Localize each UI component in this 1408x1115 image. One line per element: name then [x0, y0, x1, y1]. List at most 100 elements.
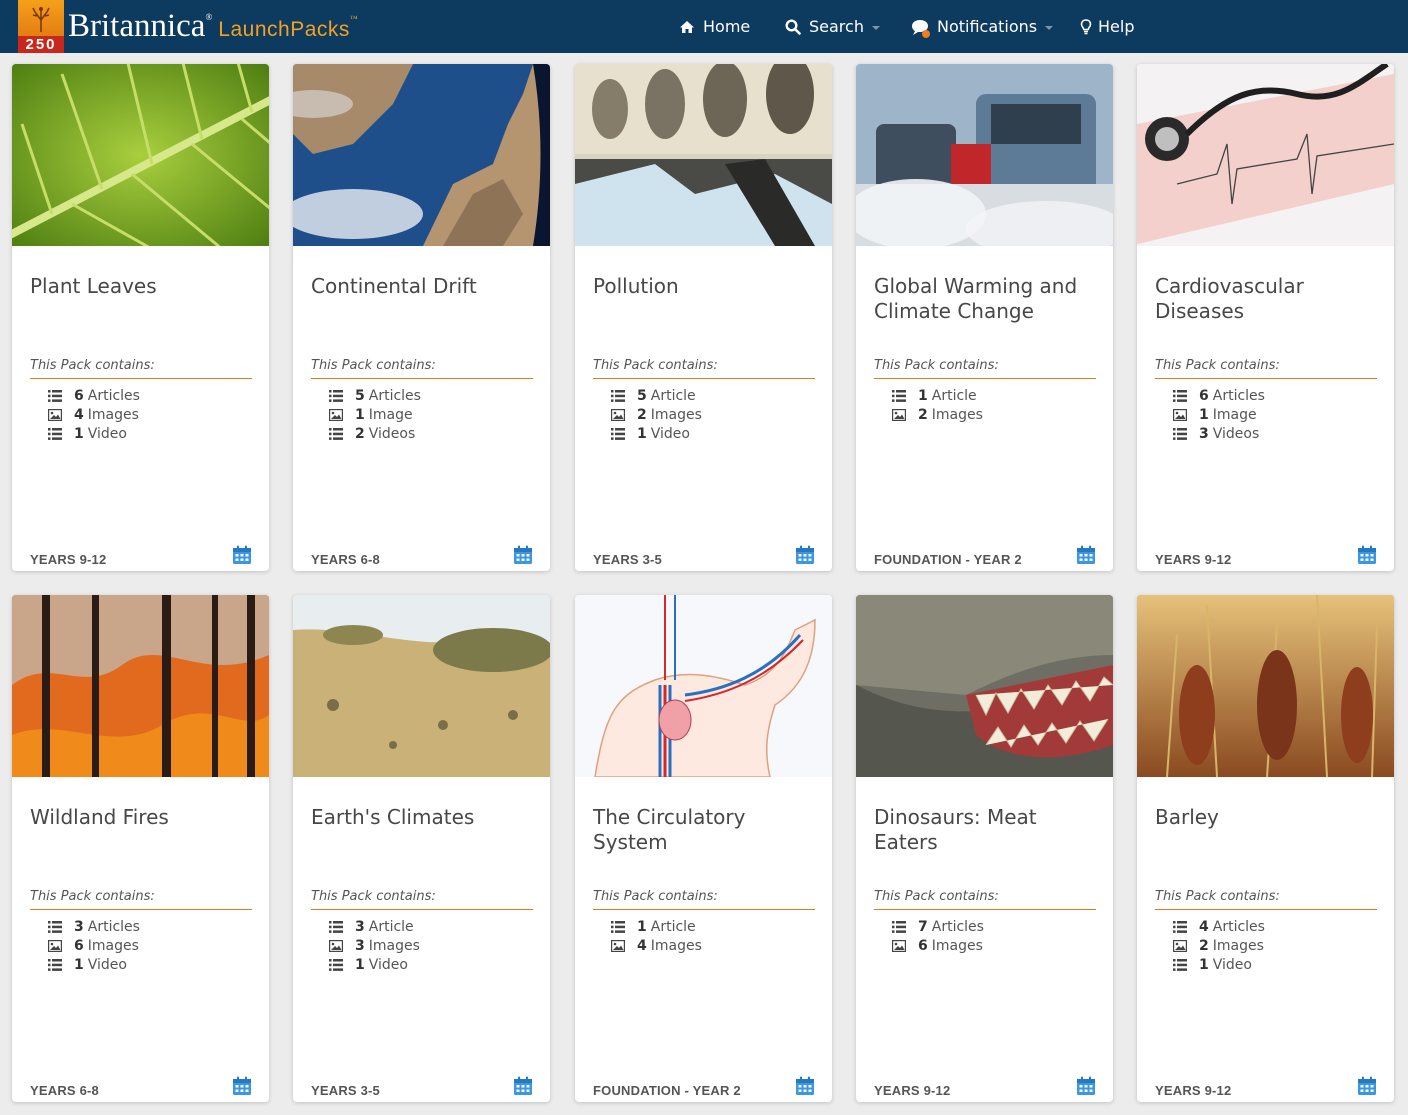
- image-icon: [1173, 939, 1188, 952]
- launchpack-card[interactable]: Plant Leaves This Pack contains: 6 Articles…: [12, 64, 269, 571]
- image-icon: [329, 939, 344, 952]
- calendar-icon[interactable]: [513, 545, 533, 565]
- launchpack-card[interactable]: Cardiovascular Diseases This Pack contain…: [1137, 64, 1394, 571]
- calendar-icon[interactable]: [1357, 545, 1377, 565]
- logo-250-label: 250: [18, 36, 64, 53]
- brand-logo[interactable]: Britannica® LaunchPacks™: [68, 6, 358, 46]
- pack-contents-item: 3 Article: [329, 917, 420, 936]
- launchpack-thumbnail-stethoscope-ecg[interactable]: [1137, 64, 1394, 246]
- launchpack-thumbnail-barley-ears[interactable]: [1137, 595, 1394, 777]
- launchpack-card[interactable]: Earth's Climates This Pack contains: 3 Arti…: [293, 595, 550, 1102]
- pack-contains-label: This Pack contains:: [874, 889, 1096, 910]
- nav-search[interactable]: Search: [785, 0, 880, 53]
- item-label: Images: [87, 937, 139, 954]
- nav-notifications[interactable]: Notifications: [910, 0, 1054, 53]
- launchpack-card[interactable]: Continental Drift This Pack contains: 5 Art…: [293, 64, 550, 571]
- pack-contents-list: 3 Articles 6 Images 1 Video: [48, 917, 140, 974]
- home-icon: [680, 20, 694, 33]
- launchpack-card[interactable]: Barley This Pack contains: 4 Articles 2 Image…: [1137, 595, 1394, 1102]
- britannica-250-logo[interactable]: 250: [18, 0, 64, 53]
- launchpack-title[interactable]: Continental Drift: [311, 274, 536, 299]
- notification-dot: [922, 29, 930, 38]
- launchpack-title[interactable]: Plant Leaves: [30, 274, 255, 299]
- nav-help[interactable]: Help: [1080, 0, 1134, 53]
- pack-contents-item: 5 Article: [611, 386, 702, 405]
- calendar-icon[interactable]: [1076, 1076, 1096, 1096]
- launchpack-thumbnail-t-rex-teeth[interactable]: [856, 595, 1113, 777]
- item-count: 3: [1199, 425, 1209, 442]
- list-icon: [611, 427, 625, 440]
- launchpack-title[interactable]: Pollution: [593, 274, 818, 299]
- pack-contents-item: 4 Images: [611, 936, 702, 955]
- pack-contents-item: 1 Image: [329, 405, 421, 424]
- launchpack-title[interactable]: Earth's Climates: [311, 805, 536, 830]
- launchpack-thumbnail-dry-grassland[interactable]: [293, 595, 550, 777]
- nav-home-label: Home: [703, 17, 751, 36]
- item-count: 2: [1199, 937, 1209, 954]
- nav-notifications-label: Notifications: [937, 17, 1038, 36]
- launchpack-card[interactable]: Global Warming and Climate Change This Pa…: [856, 64, 1113, 571]
- item-count: 1: [355, 406, 365, 423]
- pack-contents-item: 2 Images: [1173, 936, 1265, 955]
- list-icon: [1173, 427, 1187, 440]
- launchpack-card[interactable]: Pollution This Pack contains: 5 Article 2 Ima…: [575, 64, 832, 571]
- launchpack-thumbnail-green-leaf[interactable]: [12, 64, 269, 246]
- pack-contents-item: 7 Articles: [892, 917, 984, 936]
- list-icon: [329, 920, 343, 933]
- item-label: Video: [650, 425, 690, 442]
- grade-level-label: YEARS 9-12: [1155, 552, 1232, 567]
- calendar-icon[interactable]: [1357, 1076, 1377, 1096]
- item-label: Images: [931, 937, 983, 954]
- item-label: Article: [650, 387, 696, 404]
- pack-contents-list: 5 Article 2 Images 1 Video: [611, 386, 702, 443]
- chevron-down-icon: [1045, 25, 1054, 30]
- pack-contents-item: 6 Articles: [48, 386, 140, 405]
- item-count: 3: [355, 937, 365, 954]
- nav-home[interactable]: Home: [679, 0, 750, 53]
- list-icon: [1173, 958, 1187, 971]
- launchpack-thumbnail-traffic-smog[interactable]: [856, 64, 1113, 246]
- item-label: Articles: [1212, 918, 1265, 935]
- grade-level-label: YEARS 9-12: [1155, 1083, 1232, 1098]
- item-count: 4: [637, 937, 647, 954]
- launchpack-thumbnail-drain-pipes[interactable]: [575, 64, 832, 246]
- pack-contents-item: 1 Article: [892, 386, 983, 405]
- launchpack-card[interactable]: Dinosaurs: Meat Eaters This Pack contains…: [856, 595, 1113, 1102]
- chevron-down-icon: [871, 25, 880, 30]
- item-count: 1: [74, 956, 84, 973]
- launchpack-title[interactable]: Barley: [1155, 805, 1380, 830]
- item-label: Images: [650, 406, 702, 423]
- pack-contents-item: 5 Articles: [329, 386, 421, 405]
- launchpack-thumbnail-earth-from-space[interactable]: [293, 64, 550, 246]
- item-label: Video: [87, 956, 127, 973]
- pack-contents-item: 4 Articles: [1173, 917, 1265, 936]
- pack-contents-item: 6 Images: [48, 936, 140, 955]
- list-icon: [611, 389, 625, 402]
- list-icon: [1173, 920, 1187, 933]
- item-label: Article: [368, 918, 414, 935]
- launchpack-title[interactable]: Cardiovascular Diseases: [1155, 274, 1380, 324]
- pack-contents-item: 2 Images: [892, 405, 983, 424]
- launchpack-card[interactable]: Wildland Fires This Pack contains: 3 Articl…: [12, 595, 269, 1102]
- calendar-icon[interactable]: [1076, 545, 1096, 565]
- launchpack-title[interactable]: The Circulatory System: [593, 805, 818, 855]
- calendar-icon[interactable]: [795, 1076, 815, 1096]
- grade-level-label: YEARS 6-8: [30, 1083, 99, 1098]
- launchpack-thumbnail-forest-fire[interactable]: [12, 595, 269, 777]
- image-icon: [329, 408, 344, 421]
- calendar-icon[interactable]: [795, 545, 815, 565]
- item-label: Images: [368, 937, 420, 954]
- list-icon: [48, 427, 62, 440]
- launchpack-thumbnail-circulatory-diagram[interactable]: [575, 595, 832, 777]
- calendar-icon[interactable]: [513, 1076, 533, 1096]
- calendar-icon[interactable]: [232, 1076, 252, 1096]
- item-count: 1: [74, 425, 84, 442]
- item-count: 5: [637, 387, 647, 404]
- launchpack-title[interactable]: Wildland Fires: [30, 805, 255, 830]
- image-icon: [1173, 408, 1188, 421]
- launchpack-card[interactable]: The Circulatory System This Pack contains…: [575, 595, 832, 1102]
- item-label: Articles: [368, 387, 421, 404]
- launchpack-title[interactable]: Dinosaurs: Meat Eaters: [874, 805, 1099, 855]
- launchpack-title[interactable]: Global Warming and Climate Change: [874, 274, 1099, 324]
- calendar-icon[interactable]: [232, 545, 252, 565]
